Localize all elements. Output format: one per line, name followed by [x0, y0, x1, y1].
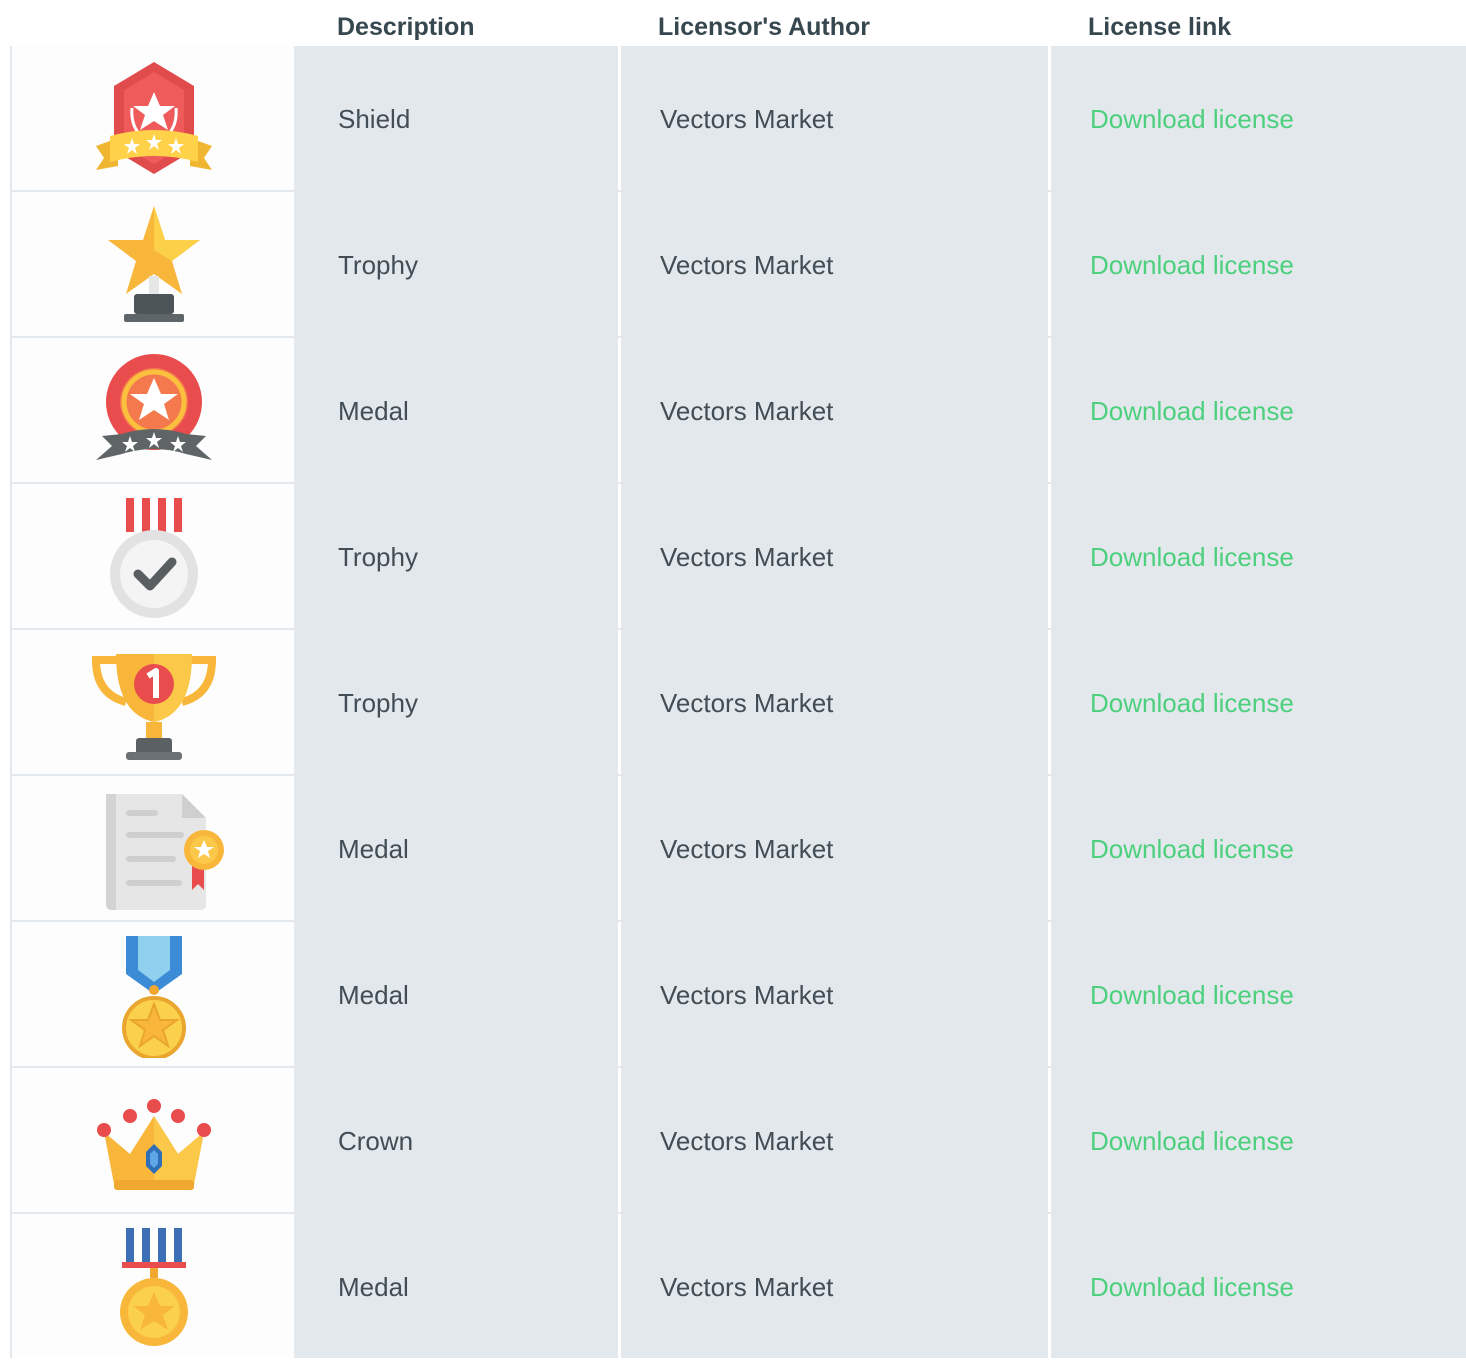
icon-cell [10, 776, 296, 920]
author-cell: Vectors Market [621, 1068, 1048, 1212]
download-license-link[interactable]: Download license [1090, 396, 1294, 426]
author-cell: Vectors Market [621, 484, 1048, 628]
table-row: Shield Vectors Market Download license [10, 46, 1466, 192]
cup-trophy-icon [91, 654, 217, 760]
icon-cell [10, 1214, 296, 1358]
description-cell: Medal [296, 776, 618, 920]
table-row: Trophy Vectors Market Download license [10, 630, 1466, 776]
download-license-link[interactable]: Download license [1090, 250, 1294, 280]
author-cell: Vectors Market [621, 922, 1048, 1066]
table-row: Crown Vectors Market Download license [10, 1068, 1466, 1214]
license-link-cell: Download license [1051, 484, 1466, 628]
download-license-link[interactable]: Download license [1090, 542, 1294, 572]
table-row: Medal Vectors Market Download license [10, 776, 1466, 922]
icon-cell [10, 192, 296, 336]
icon-cell [10, 630, 296, 774]
table-row: Trophy Vectors Market Download license [10, 192, 1466, 338]
description-cell: Shield [296, 46, 618, 190]
license-link-cell: Download license [1051, 1068, 1466, 1212]
crown-icon [97, 1099, 211, 1190]
icon-cell [10, 484, 296, 628]
icon-cell [10, 1068, 296, 1212]
description-cell: Medal [296, 922, 618, 1066]
description-cell: Crown [296, 1068, 618, 1212]
icon-cell [10, 46, 296, 190]
license-link-cell: Download license [1051, 46, 1466, 190]
license-link-cell: Download license [1051, 338, 1466, 482]
check-medal-icon [110, 498, 198, 618]
table-row: Medal Vectors Market Download license [10, 922, 1466, 1068]
header-author: Licensor's Author [658, 13, 870, 41]
gold-medal-icon [120, 1228, 188, 1346]
license-link-cell: Download license [1051, 922, 1466, 1066]
author-cell: Vectors Market [621, 776, 1048, 920]
table-row: Medal Vectors Market Download license [10, 338, 1466, 484]
rosette-medal-icon [96, 354, 212, 460]
header-description: Description [337, 13, 475, 41]
license-link-cell: Download license [1051, 776, 1466, 920]
shield-badge-icon [96, 62, 212, 174]
star-medal-blue-icon [122, 936, 186, 1058]
certificate-icon [106, 794, 224, 910]
download-license-link[interactable]: Download license [1090, 104, 1294, 134]
author-cell: Vectors Market [621, 630, 1048, 774]
license-link-cell: Download license [1051, 192, 1466, 336]
icon-cell [10, 922, 296, 1066]
author-cell: Vectors Market [621, 192, 1048, 336]
license-link-cell: Download license [1051, 630, 1466, 774]
icon-cell [10, 338, 296, 482]
author-cell: Vectors Market [621, 338, 1048, 482]
download-license-link[interactable]: Download license [1090, 688, 1294, 718]
author-cell: Vectors Market [621, 46, 1048, 190]
description-cell: Medal [296, 338, 618, 482]
table-row: Trophy Vectors Market Download license [10, 484, 1466, 630]
star-trophy-icon [108, 206, 200, 322]
description-cell: Medal [296, 1214, 618, 1358]
header-license-link: License link [1088, 13, 1232, 41]
download-license-link[interactable]: Download license [1090, 834, 1294, 864]
download-license-link[interactable]: Download license [1090, 1126, 1294, 1156]
description-cell: Trophy [296, 192, 618, 336]
download-license-link[interactable]: Download license [1090, 1272, 1294, 1302]
author-cell: Vectors Market [621, 1214, 1048, 1358]
license-link-cell: Download license [1051, 1214, 1466, 1358]
download-license-link[interactable]: Download license [1090, 980, 1294, 1010]
description-cell: Trophy [296, 484, 618, 628]
description-cell: Trophy [296, 630, 618, 774]
table-row: Medal Vectors Market Download license [10, 1214, 1466, 1360]
